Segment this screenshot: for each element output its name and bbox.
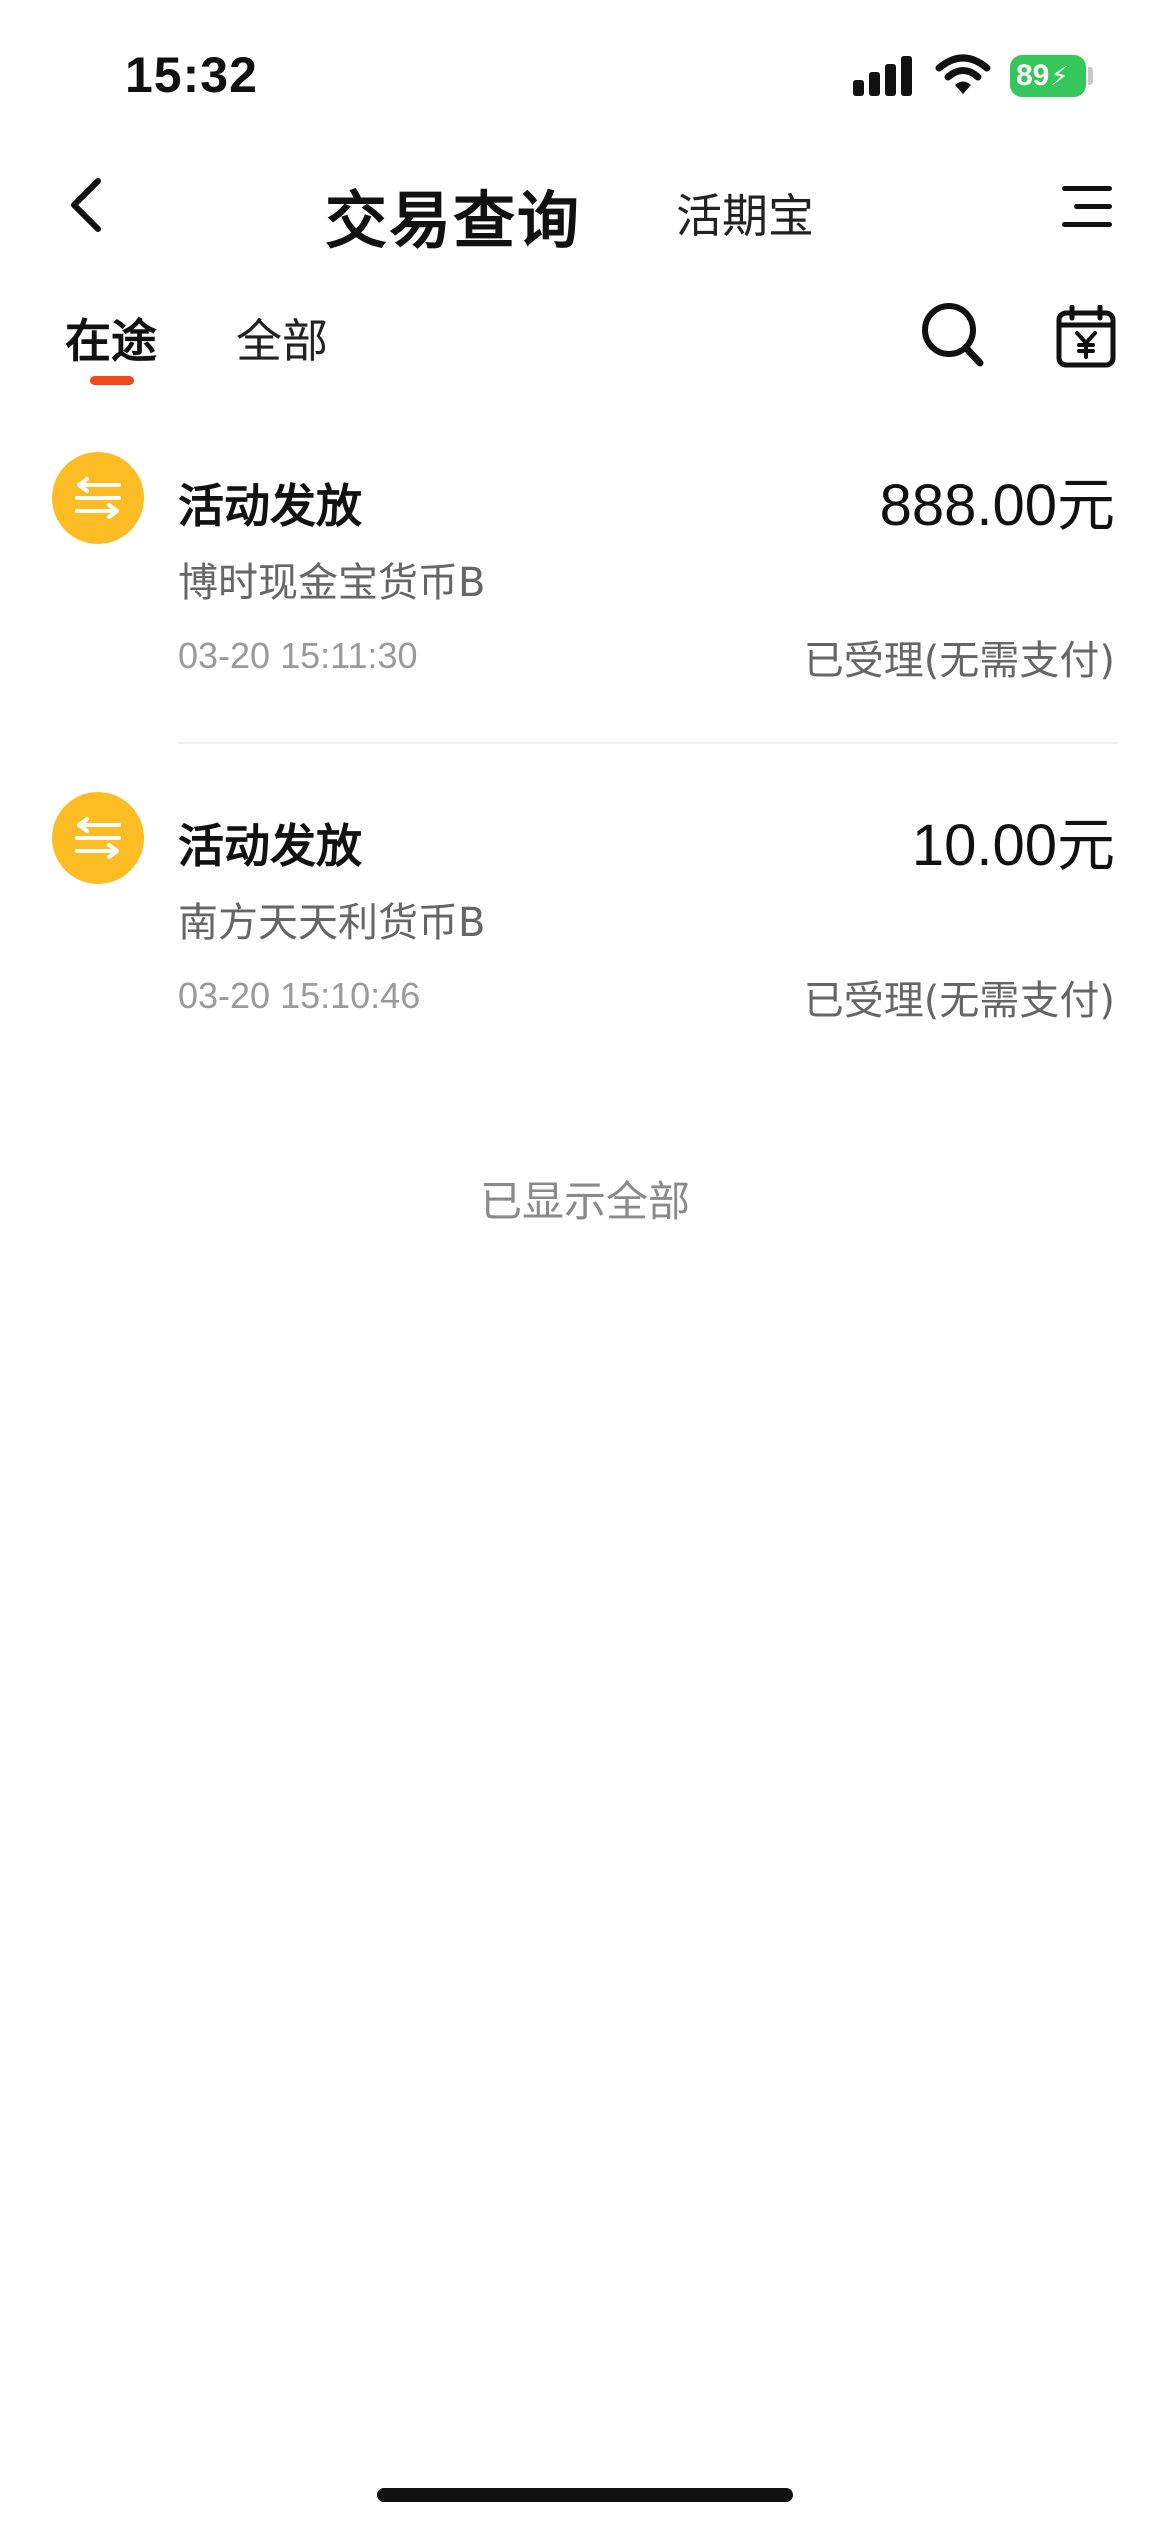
wifi-icon <box>935 54 991 94</box>
transaction-row[interactable]: 活动发放 10.00元 南方天天利货币B 03-20 15:10:46 已受理(… <box>0 780 1170 1080</box>
calendar-yen-icon[interactable] <box>1055 305 1117 369</box>
transaction-row[interactable]: 活动发放 888.00元 博时现金宝货币B 03-20 15:11:30 已受理… <box>0 440 1170 740</box>
transaction-type-avatar <box>52 792 144 884</box>
transaction-time: 03-20 15:11:30 <box>178 635 418 676</box>
transaction-title: 活动发放 <box>178 479 362 533</box>
status-bar: 15:32 89 ⚡ <box>0 0 1170 150</box>
list-divider <box>178 742 1118 744</box>
transaction-amount: 10.00元 <box>911 813 1115 878</box>
transfer-icon <box>75 817 121 859</box>
transaction-type-avatar <box>52 452 144 544</box>
active-tab-indicator <box>90 376 134 385</box>
status-time: 15:32 <box>125 47 258 103</box>
battery-indicator: 89 ⚡ <box>1010 55 1086 97</box>
fund-name: 博时现金宝货币B <box>178 560 486 606</box>
back-arrow-icon[interactable] <box>62 175 112 235</box>
transaction-time: 03-20 15:10:46 <box>178 975 421 1016</box>
transaction-amount: 888.00元 <box>879 473 1115 538</box>
product-name[interactable]: 活期宝 <box>676 180 814 246</box>
transfer-icon <box>75 477 121 519</box>
fund-name: 南方天天利货币B <box>178 900 486 946</box>
transaction-query-screen: 15:32 89 ⚡ 交易查询 活期宝 在途 全部 活动发放 888.00元 博… <box>0 0 1170 2532</box>
menu-icon[interactable] <box>1058 182 1116 232</box>
battery-nub <box>1088 67 1093 85</box>
transaction-status: 已受理(无需支付) <box>803 638 1115 684</box>
page-title: 交易查询 <box>325 184 582 257</box>
cellular-signal-icon <box>853 56 912 96</box>
transaction-title: 活动发放 <box>178 819 362 873</box>
transaction-status: 已受理(无需支付) <box>803 978 1115 1024</box>
end-of-list-note: 已显示全部 <box>479 1177 690 1226</box>
search-icon[interactable] <box>920 300 986 370</box>
tab-in-transit[interactable]: 在途 <box>65 305 157 371</box>
battery-level: 89 <box>1016 59 1050 92</box>
charging-bolt-icon: ⚡ <box>1050 60 1069 91</box>
home-indicator[interactable] <box>377 2488 793 2502</box>
tab-all[interactable]: 全部 <box>236 305 328 371</box>
